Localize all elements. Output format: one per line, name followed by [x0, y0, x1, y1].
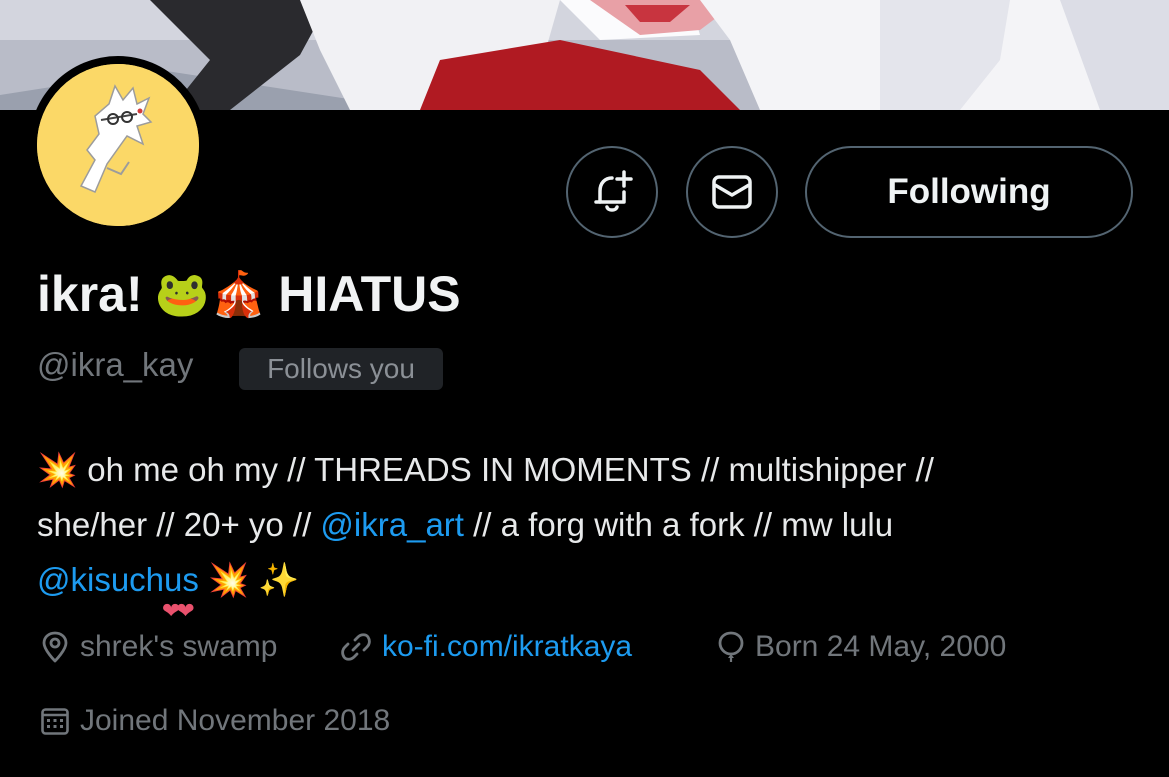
circus-tent-emoji: 🎪 — [211, 270, 267, 319]
message-button[interactable] — [686, 146, 778, 238]
bio-line-1: 💥 oh me oh my // THREADS IN MOMENTS // m… — [37, 442, 1147, 497]
hearts-emoji: ❤❤ — [162, 598, 195, 623]
notify-button[interactable] — [566, 146, 658, 238]
bio-line-2: she/her // 20+ yo // @ikra_art // a forg… — [37, 497, 1147, 552]
display-name-text: ikra! — [37, 266, 143, 322]
sparkles-emoji: ✨ — [258, 561, 300, 598]
mention-link-kisuchus[interactable]: @kisuchus — [37, 561, 199, 598]
avatar-illustration — [37, 64, 199, 226]
avatar[interactable] — [37, 64, 199, 226]
birthday-text: Born 24 May, 2000 — [755, 630, 1007, 663]
following-button[interactable]: Following — [805, 146, 1133, 238]
mention-link-ikra-art[interactable]: @ikra_art — [320, 506, 464, 543]
profile-joined-date: Joined November 2018 — [40, 704, 390, 738]
display-name-suffix: HIATUS — [278, 266, 461, 322]
envelope-icon — [712, 175, 752, 209]
website-link[interactable]: ko-fi.com/ikratkaya — [382, 630, 632, 664]
profile-website: ko-fi.com/ikratkaya — [340, 630, 632, 664]
user-handle: @ikra_kay — [37, 346, 194, 383]
frog-emoji: 🐸 — [154, 270, 210, 319]
display-name: ikra! 🐸 🎪 HIATUS — [37, 264, 461, 324]
follows-you-badge: Follows you — [239, 348, 443, 390]
location-pin-icon — [42, 631, 68, 663]
collision-emoji: 💥 — [37, 451, 79, 488]
bio-line-3: @kisuchus 💥 ✨ — [37, 552, 1147, 607]
location-text: shrek's swamp — [80, 630, 278, 663]
bell-plus-icon — [594, 170, 633, 212]
balloon-icon — [718, 631, 744, 662]
profile-location: shrek's swamp — [40, 630, 277, 664]
profile-birthday: Born 24 May, 2000 — [717, 630, 1006, 664]
link-icon — [341, 633, 371, 661]
calendar-icon — [41, 708, 69, 735]
bio-text: // a forg with a fork // mw lulu — [463, 506, 894, 543]
bio-text: oh me oh my // THREADS IN MOMENTS // mul… — [87, 451, 934, 488]
bio-text: she/her // 20+ yo // — [37, 506, 321, 543]
profile-bio: 💥 oh me oh my // THREADS IN MOMENTS // m… — [37, 442, 1147, 607]
collision-emoji: 💥 — [208, 561, 250, 598]
joined-text: Joined November 2018 — [80, 704, 391, 737]
